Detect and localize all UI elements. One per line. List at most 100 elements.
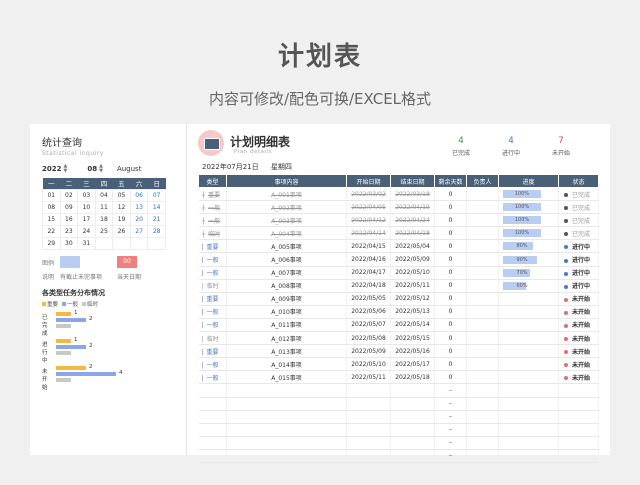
task-days-value: 0 [448, 360, 453, 368]
task-start: 2022/05/06 [346, 305, 391, 319]
task-start: 2022/05/08 [346, 331, 391, 346]
task-end: 2022/05/10 [390, 266, 435, 280]
calendar-day-cell[interactable]: 01 [42, 188, 61, 202]
task-status: 未开始 [558, 370, 599, 385]
type-marker-icon: | [201, 374, 204, 382]
calendar-day-cell[interactable]: 10 [77, 200, 96, 214]
calendar-day-cell[interactable]: 29 [42, 236, 61, 250]
task-status-label: 未开始 [572, 335, 591, 343]
year-value[interactable]: 2022 [42, 165, 61, 173]
task-end-value: 2022/05/04 [395, 242, 430, 250]
task-owner [466, 213, 499, 228]
calendar-day-cell[interactable]: 07 [147, 188, 166, 202]
empty-cell [346, 423, 391, 437]
year-spinner-icon[interactable]: ▲ ▼ [63, 164, 67, 174]
calendar-day-cell[interactable]: 19 [112, 212, 131, 226]
task-status: 已完成 [558, 226, 599, 241]
task-days: 0 [434, 344, 467, 359]
task-start-value: 2022/05/11 [351, 373, 386, 381]
task-start-value: 2022/04/14 [351, 229, 386, 237]
empty-task-row[interactable]: – [198, 410, 599, 424]
calendar-day-cell[interactable]: 31 [77, 236, 96, 250]
calendar-day-cell[interactable]: 03 [77, 188, 96, 202]
calendar-day-cell[interactable]: 12 [112, 200, 131, 214]
calendar-day-cell[interactable]: 22 [42, 224, 61, 238]
calendar-day-cell[interactable]: 13 [129, 200, 149, 214]
calendar-day-cell[interactable]: 17 [77, 212, 96, 226]
task-row[interactable]: | 一般 A_007事项 2022/04/17 2022/05/10 0 70% 进行中 [198, 266, 599, 280]
calendar-day-cell[interactable]: 25 [94, 224, 114, 238]
status-dot-icon [564, 310, 568, 315]
calendar-day-cell[interactable]: 09 [59, 200, 79, 214]
calendar-day-cell[interactable]: 21 [147, 212, 166, 226]
task-row[interactable]: | 一般 A_006事项 2022/04/16 2022/05/09 0 90% 进行中 [198, 252, 599, 267]
task-row[interactable]: | 一般 A_011事项 2022/05/07 2022/05/14 0 未开始 [198, 318, 599, 333]
task-row[interactable]: | 一般 A_015事项 2022/05/11 2022/05/18 0 未开始 [198, 370, 599, 385]
task-type-label: 临时 [208, 230, 221, 238]
task-row[interactable]: ┼ 临时 A_004事项 2022/04/14 2022/04/18 0 100% 已完成 [198, 226, 599, 241]
calendar-day-cell[interactable]: 23 [59, 224, 79, 238]
task-start-value: 2022/05/05 [351, 295, 386, 303]
calendar-day-cell[interactable]: 11 [94, 200, 114, 214]
calendar-day-cell[interactable]: 05 [112, 188, 131, 202]
task-row[interactable]: | 重要 A_013事项 2022/05/09 2022/05/16 0 未开始 [198, 344, 599, 359]
calendar-day-cell[interactable] [129, 236, 149, 250]
empty-task-row[interactable]: – [198, 423, 599, 437]
calendar-day-cell[interactable]: 14 [147, 200, 166, 214]
date-value: 2022年07月21日 [202, 163, 259, 171]
task-row[interactable]: | 重要 A_009事项 2022/05/05 2022/05/12 0 未开始 [198, 292, 599, 306]
empty-task-row[interactable]: – [198, 449, 599, 463]
calendar-day-cell[interactable]: 27 [129, 224, 149, 238]
task-progress: 60% [498, 279, 559, 293]
task-end-value: 2022/05/15 [395, 334, 430, 342]
month-spinner-icon[interactable]: ▲ ▼ [99, 164, 103, 174]
calendar-day-cell[interactable]: 24 [77, 224, 96, 238]
calendar-day-cell[interactable]: 08 [42, 200, 61, 214]
task-status-label: 已完成 [572, 230, 591, 238]
calendar-day-cell[interactable]: 26 [112, 224, 131, 238]
task-status: 未开始 [558, 305, 599, 319]
task-row[interactable]: | 一般 A_014事项 2022/05/10 2022/05/17 0 未开始 [198, 357, 599, 372]
calendar-day-cell[interactable] [112, 236, 131, 250]
month-value[interactable]: 08 [87, 165, 97, 173]
empty-task-row[interactable]: – [198, 436, 599, 450]
task-owner [466, 200, 499, 215]
calendar-day-cell[interactable]: 20 [129, 212, 149, 226]
task-start: 2022/03/02 [346, 187, 391, 202]
task-days: 0 [434, 331, 467, 346]
calendar-day-cell[interactable]: 04 [94, 188, 114, 202]
task-content-value: A_006事项 [271, 257, 302, 265]
task-row[interactable]: | 临时 A_012事项 2022/05/08 2022/05/15 0 未开始 [198, 331, 599, 346]
legend-overdue-swatch [60, 255, 80, 268]
task-type-label: 一般 [206, 374, 219, 382]
calendar-day-cell[interactable]: 30 [59, 236, 79, 250]
calendar-day-cell[interactable]: 15 [42, 212, 61, 226]
task-row[interactable]: ┼ 一般 A_002事项 2022/04/05 2022/04/19 0 100% 已完成 [198, 200, 599, 215]
task-row[interactable]: | 一般 A_010事项 2022/05/06 2022/05/13 0 未开始 [198, 305, 599, 319]
status-dot-icon [564, 337, 568, 342]
calendar-day-cell[interactable]: 02 [59, 188, 79, 202]
calendar-day-cell[interactable] [147, 236, 166, 250]
calendar-day-cell[interactable] [94, 236, 114, 250]
task-row[interactable]: ┼ 一般 A_003事项 2022/04/12 2022/04/24 0 100% 已完成 [198, 213, 599, 228]
calendar-day-cell[interactable]: 16 [59, 212, 79, 226]
calendar-day-cell[interactable]: 06 [129, 188, 149, 202]
type-marker-icon: | [201, 361, 204, 369]
empty-task-row[interactable]: – [198, 383, 599, 398]
task-start-value: 2022/05/07 [351, 321, 386, 329]
task-status-label: 未开始 [572, 309, 591, 317]
task-end: 2022/05/14 [390, 318, 435, 333]
empty-cell [498, 383, 559, 398]
task-row[interactable]: | 重要 A_005事项 2022/04/15 2022/05/04 0 80% 进行中 [198, 239, 599, 254]
empty-task-row[interactable]: – [198, 397, 599, 411]
task-row[interactable]: | 临时 A_008事项 2022/04/18 2022/05/11 0 60% 进行中 [198, 279, 599, 293]
calendar-day-cell[interactable]: 18 [94, 212, 114, 226]
calendar-day-cell[interactable]: 28 [147, 224, 166, 238]
task-end: 2022/05/04 [390, 239, 435, 254]
distribution-bar-chart: 已完成 1 2 进行中 1 2 未开始 2 4 [42, 310, 172, 392]
task-content: A_007事项 [226, 266, 347, 280]
task-content-value: A_009事项 [271, 296, 302, 304]
task-row[interactable]: ┼ 重要 A_001事项 2022/03/02 2022/03/18 0 100% 已完成 [198, 187, 599, 202]
calendar-weekday-header: 一 [42, 178, 61, 189]
empty-cell [498, 449, 559, 463]
